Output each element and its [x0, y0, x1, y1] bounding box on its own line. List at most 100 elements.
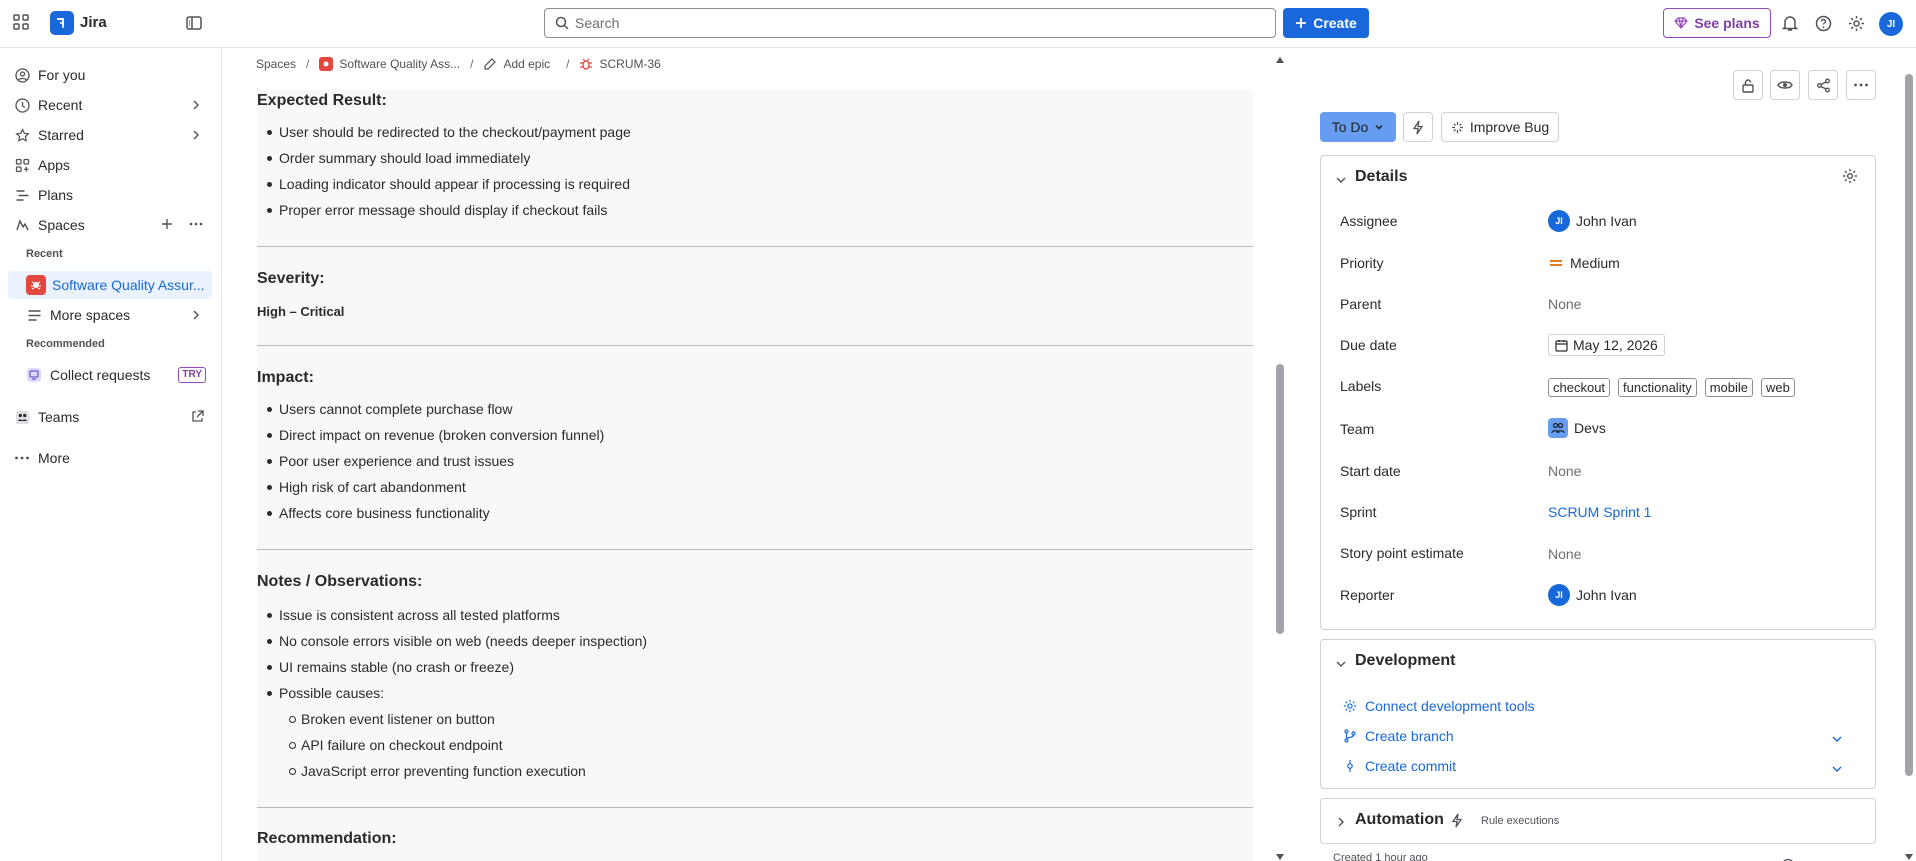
sidebar-item-label: More spaces	[50, 307, 131, 323]
label-chip[interactable]: checkout	[1548, 378, 1611, 397]
share-button[interactable]	[1808, 70, 1838, 100]
watch-button[interactable]	[1770, 70, 1800, 100]
sidebar-item-recent[interactable]: Recent	[8, 91, 212, 119]
add-space-plus-icon[interactable]	[160, 217, 174, 234]
parent-value[interactable]: None	[1548, 296, 1581, 312]
automation-button[interactable]	[1403, 112, 1433, 142]
scrollbar-thumb[interactable]	[1905, 74, 1913, 776]
breadcrumb-separator: /	[566, 57, 570, 71]
user-circle-icon	[14, 67, 30, 83]
list-item: Poor user experience and trust issues	[266, 453, 515, 469]
spaces-icon	[14, 217, 30, 233]
label-chip[interactable]: web	[1761, 378, 1795, 397]
chevron-down-icon[interactable]	[1831, 762, 1843, 778]
create-commit-link[interactable]: Create commit	[1343, 758, 1456, 774]
plans-icon	[14, 187, 30, 203]
search-bar[interactable]	[544, 8, 1276, 38]
priority-field[interactable]: Medium	[1548, 255, 1620, 271]
configure-gear-icon[interactable]	[1842, 168, 1858, 187]
user-avatar[interactable]: JI	[1879, 12, 1903, 36]
due-date-chip[interactable]: May 12, 2026	[1548, 334, 1665, 356]
reporter-avatar: JI	[1548, 584, 1570, 606]
recommendation-heading: Recommendation:	[257, 830, 397, 847]
labels-field[interactable]: checkout functionality mobile web	[1548, 378, 1795, 397]
automation-panel[interactable]: Automation Rule executions	[1320, 798, 1876, 844]
breadcrumb-spaces[interactable]: Spaces	[256, 57, 296, 71]
sidebar-item-label: Software Quality Assur...	[52, 277, 205, 293]
status-dropdown[interactable]: To Do	[1320, 112, 1396, 142]
sidebar-item-label: Apps	[38, 157, 70, 173]
chevron-down-icon[interactable]	[1335, 657, 1347, 673]
sidebar-item-more-spaces[interactable]: More spaces	[8, 301, 212, 329]
start-date-value[interactable]: None	[1548, 463, 1581, 479]
assignee-field[interactable]: JI John Ivan	[1548, 210, 1637, 232]
sprint-value[interactable]: SCRUM Sprint 1	[1548, 504, 1651, 520]
chevron-right-icon[interactable]	[1335, 815, 1347, 831]
due-date-label: Due date	[1340, 337, 1397, 353]
description-scrollbar[interactable]	[1275, 56, 1285, 861]
expected-result-heading: Expected Result:	[257, 92, 387, 109]
due-date-field[interactable]: May 12, 2026	[1548, 334, 1665, 356]
development-title[interactable]: Development	[1355, 652, 1455, 670]
settings-gear-icon[interactable]	[1846, 13, 1866, 33]
severity-value: High – Critical	[257, 304, 345, 319]
list-item: Issue is consistent across all tested pl…	[267, 607, 560, 623]
label-chip[interactable]: functionality	[1618, 378, 1697, 397]
app-switcher-icon[interactable]	[12, 13, 34, 35]
configure-gear-icon[interactable]	[1781, 853, 1795, 861]
create-button[interactable]: Create	[1283, 8, 1369, 38]
external-link-icon	[191, 410, 204, 426]
sidebar-item-more[interactable]: More	[8, 444, 212, 472]
help-icon[interactable]	[1813, 13, 1833, 33]
jira-logo-icon[interactable]	[50, 11, 74, 35]
sidebar-item-collect-requests[interactable]: Collect requests TRY	[8, 361, 212, 389]
create-branch-link[interactable]: Create branch	[1343, 728, 1454, 744]
sidebar-item-label: Starred	[38, 127, 84, 143]
chevron-down-icon	[1375, 124, 1383, 130]
breadcrumb-issue-key[interactable]: SCRUM-36	[599, 57, 660, 71]
sidebar-item-teams[interactable]: Teams	[8, 403, 212, 431]
app-name[interactable]: Jira	[80, 14, 107, 31]
scroll-down-icon[interactable]	[1275, 853, 1285, 861]
lightning-icon	[1451, 813, 1463, 831]
top-navigation: Jira Create See plans JI	[0, 0, 1916, 48]
details-title[interactable]: Details	[1355, 168, 1407, 186]
label-chip[interactable]: mobile	[1704, 378, 1753, 397]
sidebar-collapse-icon[interactable]	[185, 14, 203, 32]
story-points-value[interactable]: None	[1548, 546, 1581, 562]
sidebar-item-label: More	[38, 450, 70, 466]
lock-button[interactable]	[1733, 70, 1763, 100]
improve-bug-button[interactable]: Improve Bug	[1441, 112, 1559, 142]
team-field[interactable]: Devs	[1548, 418, 1606, 438]
sidebar-item-plans[interactable]: Plans	[8, 181, 212, 209]
sidebar-item-apps[interactable]: Apps	[8, 151, 212, 179]
sidebar-item-label: For you	[38, 67, 86, 83]
sidebar-item-spaces[interactable]: Spaces	[8, 211, 212, 239]
see-plans-button[interactable]: See plans	[1663, 8, 1771, 38]
scrollbar-thumb[interactable]	[1276, 364, 1284, 634]
notifications-icon[interactable]	[1780, 13, 1800, 33]
reporter-field[interactable]: JI John Ivan	[1548, 584, 1637, 606]
scroll-down-icon[interactable]	[1904, 853, 1914, 861]
priority-medium-icon	[1550, 260, 1562, 266]
connect-dev-tools-link[interactable]: Connect development tools	[1343, 698, 1535, 714]
project-bug-icon	[26, 275, 46, 295]
sidebar-item-for-you[interactable]: For you	[8, 61, 212, 89]
search-input[interactable]	[575, 13, 1265, 33]
chevron-down-icon[interactable]	[1831, 732, 1843, 748]
improve-bug-label: Improve Bug	[1469, 119, 1550, 135]
sidebar-item-software-quality-space[interactable]: Software Quality Assur...	[8, 271, 212, 299]
divider	[257, 807, 1253, 808]
breadcrumb-add-epic[interactable]: Add epic	[503, 57, 550, 71]
more-actions-button[interactable]	[1846, 70, 1876, 100]
panel-scrollbar[interactable]	[1904, 56, 1914, 861]
breadcrumb-project[interactable]: Software Quality Ass...	[339, 57, 460, 71]
scroll-up-icon[interactable]	[1275, 56, 1285, 64]
sidebar-item-starred[interactable]: Starred	[8, 121, 212, 149]
more-options-icon[interactable]	[188, 217, 204, 234]
list-item: User should be redirected to the checkou…	[267, 124, 631, 140]
chevron-down-icon[interactable]	[1335, 173, 1347, 189]
sidebar-item-label: Collect requests	[50, 367, 151, 383]
issue-description[interactable]: Expected Result: User should be redirect…	[257, 90, 1253, 861]
plus-icon	[1296, 18, 1307, 28]
